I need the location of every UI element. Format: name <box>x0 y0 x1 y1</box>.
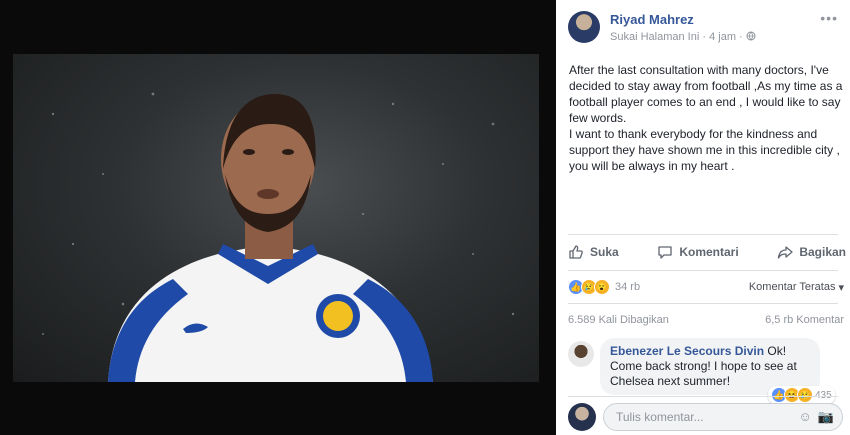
post-paragraph: I want to thank everybody for the kindne… <box>569 127 840 173</box>
wow-icon: 😮 <box>594 279 610 295</box>
camera-icon[interactable]: 📷 <box>818 409 834 425</box>
thumbs-up-icon <box>569 245 583 259</box>
sad-icon: 😢 <box>797 387 813 403</box>
like-label: Suka <box>590 245 619 259</box>
more-options-icon[interactable]: ••• <box>820 10 838 26</box>
share-count[interactable]: 6.589 Kali Dibagikan <box>568 314 669 326</box>
comment-count[interactable]: 6,5 rb Komentar <box>765 314 844 326</box>
post-time[interactable]: 4 jam <box>709 31 736 43</box>
post-paragraph: After the last consultation with many do… <box>569 63 843 125</box>
author-avatar[interactable] <box>568 11 600 43</box>
share-arrow-icon <box>778 246 793 259</box>
photo-viewer <box>0 0 556 435</box>
share-label: Bagikan <box>799 245 846 259</box>
post-photo[interactable] <box>13 54 539 382</box>
comment-input[interactable]: Tulis komentar... ☺ 📷 <box>603 403 843 431</box>
comment-label: Komentari <box>679 245 739 259</box>
share-button[interactable]: Bagikan <box>777 241 846 263</box>
comment-bubble-icon <box>658 246 672 259</box>
divider <box>568 303 838 304</box>
meta-separator-2: · <box>739 31 743 43</box>
commenter-avatar[interactable] <box>568 341 594 367</box>
emoji-icon[interactable]: ☺ <box>799 409 812 425</box>
globe-icon <box>746 31 756 41</box>
comment-reaction-count: 435 <box>815 389 832 401</box>
divider <box>568 270 838 271</box>
post-actions: Suka Komentari Bagikan <box>568 241 846 263</box>
composer-icons: ☺ 📷 <box>799 409 834 425</box>
like-button[interactable]: Suka <box>568 241 619 263</box>
post-meta: Sukai Halaman Ini · 4 jam · <box>610 31 756 43</box>
like-page-link[interactable]: Sukai Halaman Ini <box>610 31 699 43</box>
reaction-count[interactable]: 34 rb <box>615 281 640 293</box>
reactions-row: 👍 😢 😮 34 rb Komentar Teratas ▾ <box>568 278 844 296</box>
reaction-icons[interactable]: 👍 😢 😮 <box>568 279 610 295</box>
comment-sort-label: Komentar Teratas <box>748 281 836 293</box>
player-photo <box>42 92 515 382</box>
viewer-avatar <box>568 403 596 431</box>
divider <box>568 234 838 235</box>
comment-placeholder: Tulis komentar... <box>616 410 704 424</box>
comment-author[interactable]: Ebenezer Le Secours Divin <box>610 344 764 358</box>
author-name[interactable]: Riyad Mahrez <box>610 12 694 27</box>
comment-sort-dropdown[interactable]: Komentar Teratas ▾ <box>749 281 844 294</box>
comment-button[interactable]: Komentari <box>657 241 739 263</box>
post-panel: Riyad Mahrez Sukai Halaman Ini · 4 jam ·… <box>556 0 850 435</box>
comment-reactions[interactable]: 👍 😆 😢 435 <box>768 386 835 404</box>
post-text: After the last consultation with many do… <box>569 62 847 174</box>
divider <box>568 396 838 397</box>
meta-separator: · <box>702 31 707 43</box>
dropdown-arrow-icon: ▾ <box>838 281 844 294</box>
